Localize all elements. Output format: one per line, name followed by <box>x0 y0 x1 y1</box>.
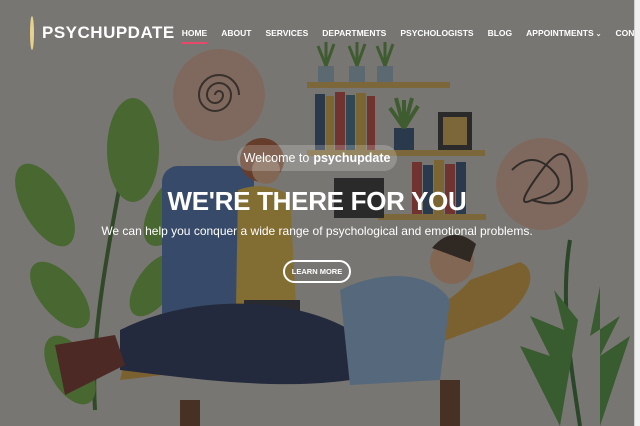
welcome-badge: Welcome to psychupdate <box>237 145 397 171</box>
welcome-brand: psychupdate <box>313 151 391 165</box>
brand-name[interactable]: PSYCHUPDATE <box>42 23 175 43</box>
nav-item-appointments-label: APPOINTMENTS <box>526 28 594 38</box>
nav-item-about[interactable]: ABOUT <box>214 28 258 38</box>
nav-item-appointments[interactable]: APPOINTMENTS ⌄ <box>519 28 608 38</box>
nav-item-home[interactable]: HOME <box>175 28 215 44</box>
welcome-prefix: Welcome to <box>243 151 310 165</box>
nav-item-psychologists[interactable]: PSYCHOLOGISTS <box>393 28 480 38</box>
chevron-down-icon: ⌄ <box>595 31 602 38</box>
hero-headline: WE'RE THERE FOR YOU <box>167 186 467 216</box>
nav-item-services[interactable]: SERVICES <box>258 28 315 38</box>
hero-subtext: We can help you conquer a wide range of … <box>101 224 533 238</box>
navbar: PSYCHUPDATE HOME ABOUT SERVICES DEPARTME… <box>0 0 640 66</box>
nav-item-blog[interactable]: BLOG <box>481 28 520 38</box>
nav-item-departments[interactable]: DEPARTMENTS <box>315 28 393 38</box>
brain-badge-icon[interactable] <box>30 16 34 50</box>
main-menu: HOME ABOUT SERVICES DEPARTMENTS PSYCHOLO… <box>175 28 640 44</box>
learn-more-button[interactable]: LEARN MORE <box>283 260 351 283</box>
page-scrollbar[interactable] <box>634 0 640 426</box>
